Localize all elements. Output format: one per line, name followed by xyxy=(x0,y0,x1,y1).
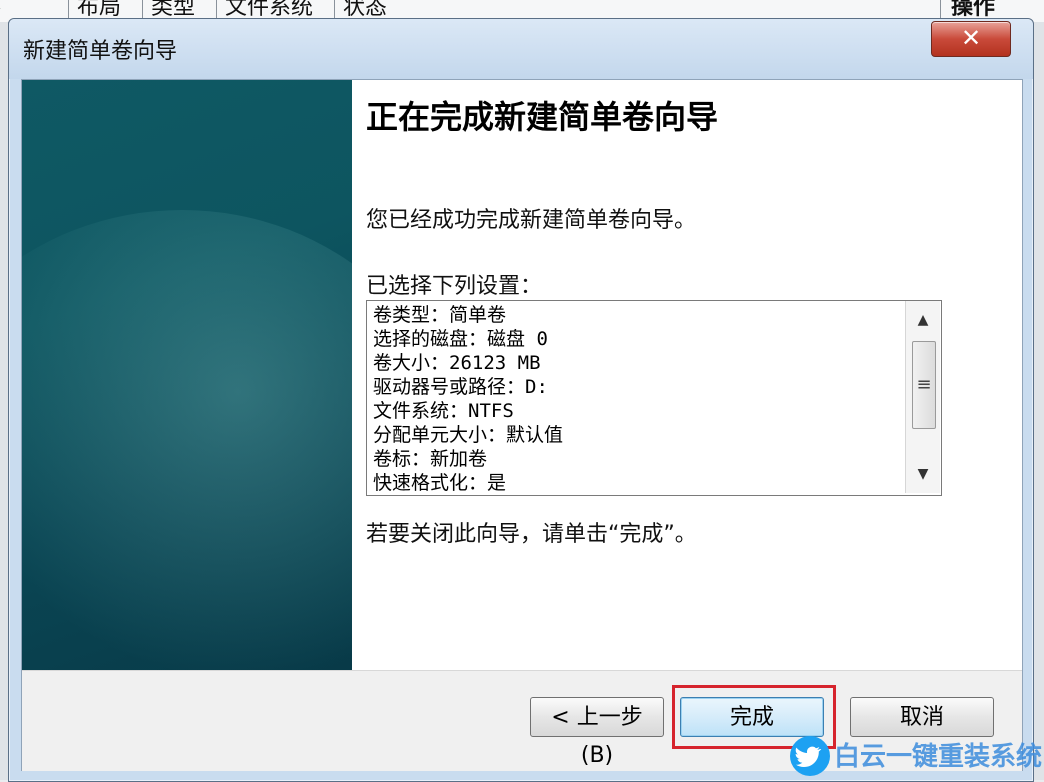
scroll-up-arrow-icon[interactable]: ▲ xyxy=(906,305,940,335)
close-icon: ✕ xyxy=(960,24,982,52)
settings-list: 卷类型：简单卷 选择的磁盘：磁盘 0 卷大小：26123 MB 驱动器号或路径：… xyxy=(373,303,563,495)
finish-button[interactable]: 完成 xyxy=(680,697,824,737)
scroll-thumb[interactable]: ≡ xyxy=(912,341,936,429)
completion-message: 您已经成功完成新建简单卷向导。 xyxy=(366,208,697,233)
watermark: 白云一键重装系统 xyxy=(790,734,1043,778)
settings-scrollbar[interactable]: ▲ ≡ ▼ xyxy=(905,301,940,493)
wizard-content-panel: 正在完成新建简单卷向导 您已经成功完成新建简单卷向导。 已选择下列设置： 卷类型… xyxy=(352,80,1022,670)
dialog-client-area: 正在完成新建简单卷向导 您已经成功完成新建简单卷向导。 已选择下列设置： 卷类型… xyxy=(21,79,1023,771)
column-header-volume[interactable]: 卷 xyxy=(0,0,1,22)
settings-item: 卷大小：26123 MB xyxy=(373,352,541,374)
close-hint-text: 若要关闭此向导，请单击“完成”。 xyxy=(366,522,697,547)
watermark-text: 白云一键重装系统 xyxy=(834,742,1043,772)
back-button[interactable]: < 上一步(B) xyxy=(530,697,664,768)
dialog-titlebar[interactable]: 新建简单卷向导 ✕ xyxy=(9,19,1033,79)
settings-summary-box[interactable]: 卷类型：简单卷 选择的磁盘：磁盘 0 卷大小：26123 MB 驱动器号或路径：… xyxy=(366,300,942,496)
settings-item: 驱动器号或路径：D: xyxy=(373,376,548,398)
banner-wave-graphic xyxy=(22,210,352,670)
settings-item: 卷标：新加卷 xyxy=(373,448,488,470)
wizard-heading: 正在完成新建简单卷向导 xyxy=(366,98,719,136)
settings-item: 文件系统：NTFS xyxy=(373,400,514,422)
wizard-side-banner xyxy=(22,80,352,670)
settings-item: 分配单元大小：默认值 xyxy=(373,424,564,446)
twitter-bird-icon xyxy=(790,736,830,776)
settings-item: 快速格式化：是 xyxy=(373,472,507,494)
close-button[interactable]: ✕ xyxy=(931,21,1011,57)
settings-item: 选择的磁盘：磁盘 0 xyxy=(373,328,548,350)
settings-label: 已选择下列设置： xyxy=(366,274,543,299)
settings-item: 卷类型：简单卷 xyxy=(373,304,507,326)
cancel-button[interactable]: 取消 xyxy=(850,697,994,737)
new-simple-volume-wizard-dialog: 新建简单卷向导 ✕ 正在完成新建简单卷向导 您已经成功完成新建简单卷向导。 已选… xyxy=(8,18,1034,782)
scroll-down-arrow-icon[interactable]: ▼ xyxy=(906,459,940,489)
dialog-title: 新建简单卷向导 xyxy=(23,39,178,64)
